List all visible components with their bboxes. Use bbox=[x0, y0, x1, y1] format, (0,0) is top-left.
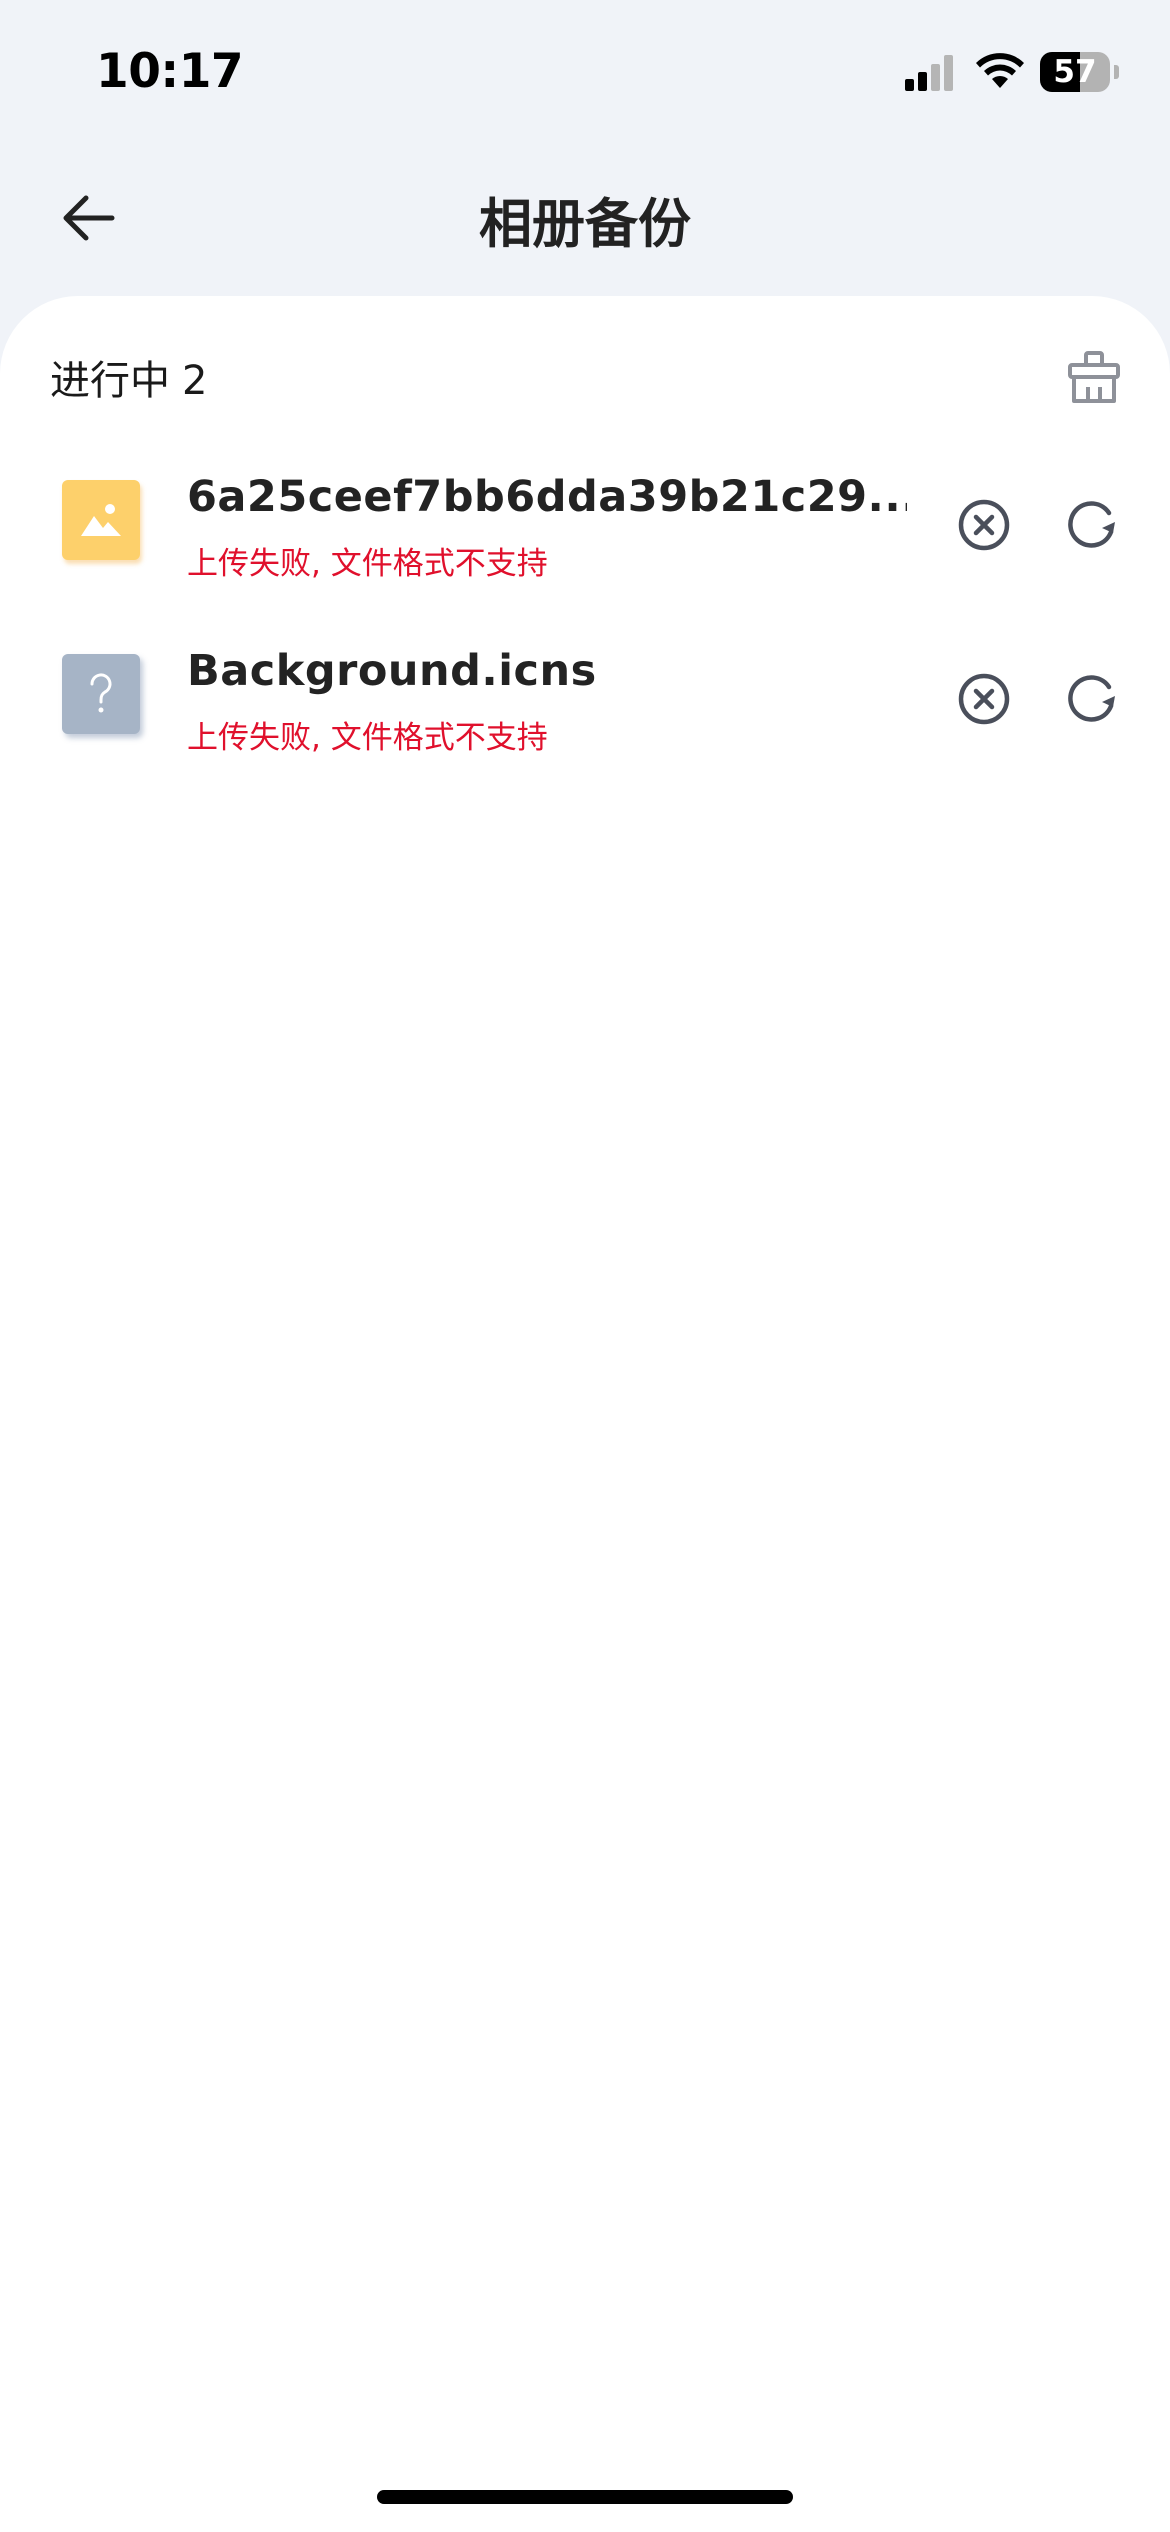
close-circle-icon bbox=[958, 673, 1010, 725]
list-item[interactable]: 6a25ceef7bb6dda39b21c29... 上传失败, 文件格式不支持 bbox=[0, 456, 1170, 630]
retry-upload-button[interactable] bbox=[1063, 496, 1121, 554]
clear-broom-icon bbox=[1068, 351, 1120, 403]
status-bar: 10:17 57 bbox=[0, 0, 1170, 150]
section-header-in-progress: 进行中 2 bbox=[50, 348, 207, 406]
list-item[interactable]: Background.icns 上传失败, 文件格式不支持 bbox=[0, 630, 1170, 804]
file-upload-status: 上传失败, 文件格式不支持 bbox=[187, 720, 548, 756]
page-title: 相册备份 bbox=[479, 194, 691, 255]
section-label: 进行中 bbox=[50, 358, 170, 404]
file-name: 6a25ceef7bb6dda39b21c29... bbox=[187, 472, 907, 522]
section-count: 2 bbox=[182, 358, 208, 404]
file-name: Background.icns bbox=[187, 646, 597, 696]
file-thumbnail bbox=[62, 480, 140, 560]
battery-icon: 57 bbox=[1040, 52, 1119, 92]
home-indicator[interactable] bbox=[377, 2490, 793, 2504]
unknown-file-icon bbox=[90, 673, 112, 713]
retry-upload-button[interactable] bbox=[1063, 670, 1121, 728]
battery-level-text: 57 bbox=[1053, 54, 1097, 90]
refresh-icon bbox=[1068, 501, 1115, 548]
close-circle-icon bbox=[958, 499, 1010, 551]
cancel-upload-button[interactable] bbox=[955, 496, 1013, 554]
cancel-upload-button[interactable] bbox=[955, 670, 1013, 728]
image-file-icon bbox=[81, 504, 121, 536]
file-upload-status: 上传失败, 文件格式不支持 bbox=[187, 546, 548, 582]
cellular-signal-icon bbox=[905, 55, 953, 91]
status-time: 10:17 bbox=[96, 44, 244, 99]
clear-tasks-button[interactable] bbox=[1060, 346, 1128, 410]
upload-file-list: 6a25ceef7bb6dda39b21c29... 上传失败, 文件格式不支持 bbox=[0, 456, 1170, 804]
backup-task-card: 进行中 2 6a25ceef7bb6dda39b21c29... 上传失败, 文… bbox=[0, 296, 1170, 2532]
refresh-icon bbox=[1068, 675, 1115, 722]
wifi-icon bbox=[976, 53, 1024, 88]
file-thumbnail bbox=[62, 654, 140, 734]
